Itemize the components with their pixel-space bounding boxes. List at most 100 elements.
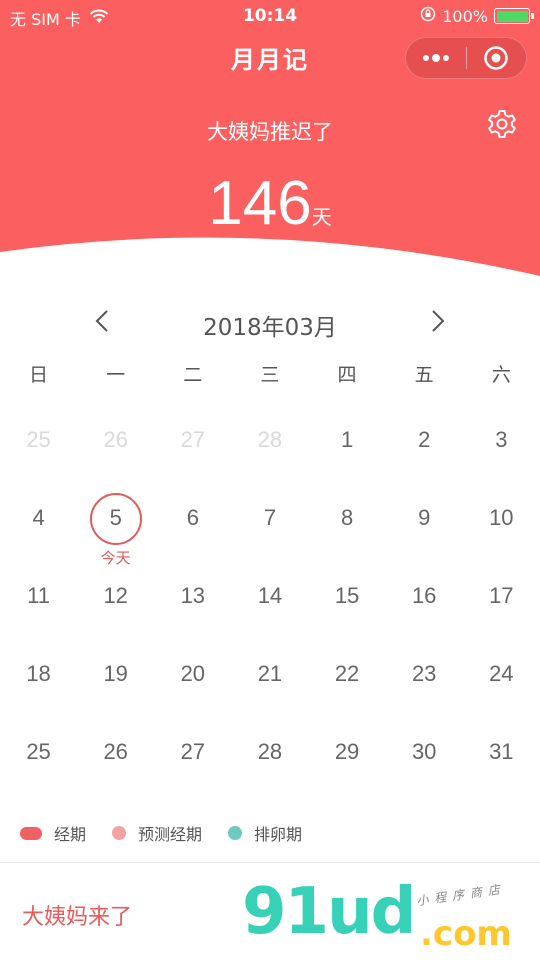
calendar-day[interactable]: 23 <box>386 635 463 713</box>
day-number: 17 <box>489 583 514 608</box>
day-number: 12 <box>103 583 128 608</box>
header: 无 SIM 卡 10:14 100% 月月记 大姨妈推迟了 146天 <box>0 0 540 290</box>
legend-item-period: 经期 <box>20 821 86 845</box>
calendar-day[interactable]: 28 <box>231 713 308 791</box>
calendar-day[interactable]: 16 <box>386 557 463 635</box>
calendar-day[interactable]: 17 <box>463 557 540 635</box>
battery-icon <box>494 8 534 24</box>
calendar-day[interactable]: 1 <box>309 401 386 479</box>
day-number: 8 <box>340 505 354 530</box>
calendar-day[interactable]: 13 <box>154 557 231 635</box>
days-unit: 天 <box>311 205 332 229</box>
calendar-day[interactable]: 14 <box>231 557 308 635</box>
days-count: 146 <box>208 169 312 238</box>
more-dots-icon <box>422 54 449 62</box>
watermark-domain: .com <box>420 914 512 954</box>
legend-item-ovulation: 排卵期 <box>228 821 302 845</box>
calendar-day[interactable]: 19 <box>77 635 154 713</box>
calendar-day[interactable]: 12 <box>77 557 154 635</box>
weekday-label: 三 <box>260 364 280 386</box>
calendar-day[interactable]: 26 <box>77 401 154 479</box>
chevron-right-icon <box>432 310 445 332</box>
day-number: 21 <box>257 661 283 686</box>
day-number: 31 <box>489 739 514 764</box>
weekday-label: 五 <box>414 364 434 386</box>
legend-label: 经期 <box>54 825 87 844</box>
legend-item-predicted-period: 预测经期 <box>112 821 202 845</box>
weekday-label: 日 <box>29 364 49 386</box>
day-number: 28 <box>257 427 283 452</box>
next-month-button[interactable] <box>420 301 456 341</box>
calendar-day-today[interactable]: 5 今天 <box>77 479 154 567</box>
calendar-day[interactable]: 21 <box>231 635 308 713</box>
day-number: 10 <box>489 505 514 530</box>
legend-label: 排卵期 <box>254 825 303 844</box>
day-number: 6 <box>186 505 199 530</box>
calendar-day[interactable]: 20 <box>154 635 231 713</box>
month-navigation: 2018年03月 <box>0 296 540 346</box>
legend-swatch <box>112 826 127 840</box>
day-number: 25 <box>26 739 51 764</box>
month-label: 2018年03月 <box>203 315 337 341</box>
calendar-day[interactable]: 30 <box>386 713 463 791</box>
weekday-label: 六 <box>491 364 511 386</box>
calendar-day[interactable]: 7 <box>231 479 308 557</box>
day-number: 25 <box>26 427 51 452</box>
calendar-day[interactable]: 27 <box>154 401 231 479</box>
day-number: 22 <box>334 661 360 686</box>
day-number: 26 <box>103 427 128 452</box>
day-number: 30 <box>411 739 437 764</box>
calendar-day[interactable]: 22 <box>309 635 386 713</box>
calendar-day[interactable]: 3 <box>463 401 540 479</box>
day-number: 5 <box>109 505 122 530</box>
calendar-day[interactable]: 15 <box>309 557 386 635</box>
rotation-lock-icon <box>420 6 436 26</box>
calendar-day[interactable]: 26 <box>77 713 154 791</box>
day-number: 29 <box>334 739 360 764</box>
day-number: 19 <box>103 661 128 686</box>
more-button[interactable] <box>406 38 466 78</box>
day-number: 9 <box>418 505 431 530</box>
calendar-week: 11 12 13 14 15 16 17 <box>0 557 540 635</box>
day-number: 14 <box>257 583 283 608</box>
site-watermark: 91ud 小程序商店 .com <box>238 870 538 960</box>
day-number: 27 <box>180 427 206 452</box>
day-number: 4 <box>32 505 45 530</box>
watermark-logo: 91ud <box>242 875 416 949</box>
legend-swatch <box>228 826 243 840</box>
day-number: 15 <box>334 583 360 608</box>
days-counter: 146天 <box>0 168 540 239</box>
legend-label: 预测经期 <box>138 825 203 844</box>
day-number: 28 <box>257 739 283 764</box>
calendar-day[interactable]: 25 <box>0 401 77 479</box>
weekday-label: 一 <box>106 364 126 386</box>
calendar-day[interactable]: 11 <box>0 557 77 635</box>
battery-percent: 100% <box>442 6 488 26</box>
calendar-day[interactable]: 4 <box>0 479 77 557</box>
calendar-day[interactable]: 27 <box>154 713 231 791</box>
status-bar: 无 SIM 卡 10:14 100% <box>0 0 540 32</box>
close-mini-program-button[interactable] <box>467 38 527 78</box>
calendar-week: 25 26 27 28 1 2 3 <box>0 401 540 479</box>
calendar-day[interactable]: 10 <box>463 479 540 557</box>
calendar-day[interactable]: 29 <box>309 713 386 791</box>
calendar-week: 18 19 20 21 22 23 24 <box>0 635 540 713</box>
calendar-day[interactable]: 18 <box>0 635 77 713</box>
calendar-day[interactable]: 8 <box>309 479 386 557</box>
calendar-legend: 经期 预测经期 排卵期 <box>20 821 328 845</box>
day-number: 24 <box>489 661 514 686</box>
calendar-day[interactable]: 2 <box>386 401 463 479</box>
calendar-day[interactable]: 25 <box>0 713 77 791</box>
day-number: 3 <box>495 427 508 452</box>
calendar-day[interactable]: 9 <box>386 479 463 557</box>
calendar-day[interactable]: 31 <box>463 713 540 791</box>
calendar-day[interactable]: 28 <box>231 401 308 479</box>
target-icon <box>484 46 508 70</box>
day-number: 27 <box>180 739 206 764</box>
day-number: 20 <box>180 661 206 686</box>
calendar-day[interactable]: 6 <box>154 479 231 557</box>
day-number: 16 <box>411 583 437 608</box>
day-number: 1 <box>340 427 354 452</box>
day-number: 11 <box>27 583 50 608</box>
calendar-day[interactable]: 24 <box>463 635 540 713</box>
